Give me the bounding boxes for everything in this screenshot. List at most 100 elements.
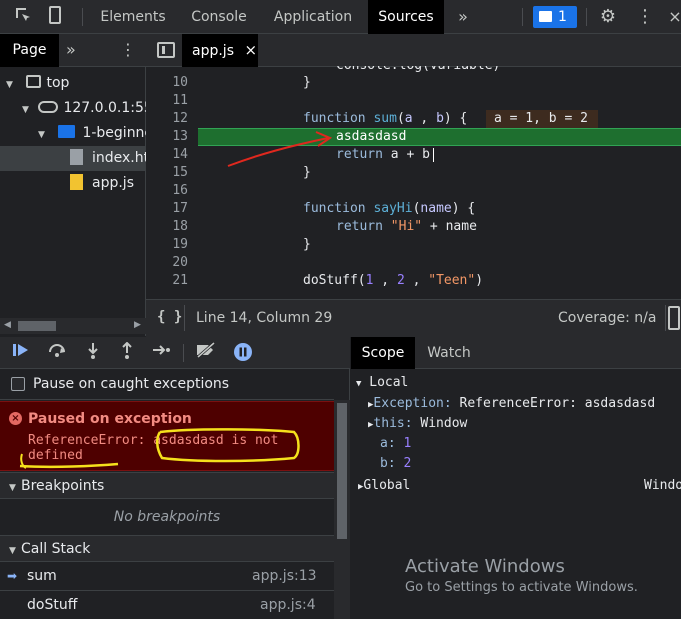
expand-triangle-icon: ▼: [9, 546, 16, 556]
callstack-frame-dostuff[interactable]: doStuff app.js:4: [0, 590, 334, 618]
pause-caught-checkbox[interactable]: [11, 377, 25, 391]
frame-location[interactable]: app.js:13: [252, 562, 317, 590]
toggle-navigator-icon[interactable]: [157, 42, 175, 58]
pause-on-caught-row: Pause on caught exceptions: [0, 369, 334, 400]
line-number[interactable]: 16: [146, 182, 196, 200]
step-icon[interactable]: [150, 342, 172, 364]
editor-file-tab[interactable]: app.js ×: [182, 34, 258, 67]
line-number[interactable]: 12: [146, 110, 196, 128]
tab-application[interactable]: Application: [266, 0, 360, 34]
line-number[interactable]: 21: [146, 272, 196, 290]
tree-item-label: 127.0.0.1:550: [63, 100, 146, 116]
tree-item-folder[interactable]: ▼ 1-beginne: [0, 121, 146, 146]
tree-item-label: index.ht: [92, 150, 146, 166]
line-number[interactable]: 19: [146, 236, 196, 254]
scope-local[interactable]: ▼ Local: [356, 373, 408, 393]
annotation-highlight-icon: [19, 428, 300, 469]
scroll-left-icon[interactable]: ◀: [4, 320, 11, 330]
frame-name: doStuff: [27, 597, 78, 613]
exception-title: Paused on exception: [28, 411, 192, 427]
current-frame-arrow-icon: ➡: [7, 569, 18, 583]
callstack-frame-sum[interactable]: ➡ sum app.js:13: [0, 562, 334, 590]
tab-console[interactable]: Console: [180, 0, 258, 34]
code-line-return: return a + b: [336, 147, 430, 162]
toolbar-separator: [82, 8, 83, 26]
scope-local-label: Local: [369, 375, 409, 390]
tab-page[interactable]: Page: [0, 34, 59, 67]
scope-key: a:: [380, 436, 396, 451]
scope-global-value: Windo: [644, 478, 681, 493]
issues-count: 1: [558, 9, 567, 25]
device-toolbar-icon[interactable]: [44, 6, 66, 28]
step-into-icon[interactable]: [82, 342, 104, 364]
scope-var-a[interactable]: a: 1: [380, 434, 411, 454]
annotation-arrow-icon: [227, 131, 333, 167]
breakpoints-section-header[interactable]: ▼ Breakpoints: [0, 472, 334, 499]
tree-item-label: 1-beginne: [82, 125, 146, 141]
watermark-title: Activate Windows: [405, 556, 565, 577]
inspect-element-icon[interactable]: [12, 6, 34, 28]
line-number[interactable]: 14: [146, 146, 196, 164]
file-icon: [70, 149, 83, 165]
tab-sources[interactable]: Sources: [368, 0, 444, 34]
watermark-subtitle: Go to Settings to activate Windows.: [405, 580, 638, 595]
scope-var-b[interactable]: b: 2: [380, 454, 411, 474]
no-breakpoints-text: No breakpoints: [113, 509, 221, 525]
navigator-more-button[interactable]: »: [66, 40, 76, 59]
navigator-menu-button[interactable]: ⋮: [120, 40, 136, 59]
deactivate-breakpoints-icon[interactable]: [195, 341, 217, 364]
code-editor[interactable]: [146, 67, 681, 299]
scope-value: Window: [420, 416, 468, 431]
tree-item-index-html[interactable]: index.ht: [0, 146, 146, 171]
pretty-print-button[interactable]: { }: [157, 309, 182, 325]
line-number[interactable]: 10: [146, 74, 196, 92]
resume-icon[interactable]: [11, 342, 33, 364]
cloud-icon: [38, 101, 59, 113]
close-devtools-icon[interactable]: ×: [664, 6, 681, 28]
toggle-debugger-icon[interactable]: [668, 306, 680, 330]
scroll-right-icon[interactable]: ▶: [134, 320, 141, 330]
tab-watch[interactable]: Watch: [415, 337, 483, 369]
scope-key: b:: [380, 456, 396, 471]
line-number[interactable]: 20: [146, 254, 196, 272]
scrollbar-thumb[interactable]: [337, 403, 347, 539]
line-number[interactable]: 11: [146, 92, 196, 110]
scope-this[interactable]: ▶this: Window: [368, 414, 467, 434]
file-tab-label: app.js: [192, 43, 234, 59]
frame-name: sum: [27, 568, 57, 584]
tab-scope[interactable]: Scope: [351, 337, 415, 369]
toolbar-separator: [183, 344, 184, 362]
more-tabs-button[interactable]: »: [450, 0, 476, 34]
line-number[interactable]: 17: [146, 200, 196, 218]
coverage-status: Coverage: n/a: [558, 310, 657, 326]
frame-location[interactable]: app.js:4: [260, 591, 316, 619]
expand-triangle-icon: ▼: [356, 379, 362, 389]
tree-item-app-js[interactable]: app.js: [0, 171, 146, 196]
code-line-error: asdasdasd: [336, 129, 407, 144]
expand-triangle-icon: ▼: [9, 483, 16, 493]
more-options-icon[interactable]: ⋮: [634, 6, 656, 28]
tab-elements[interactable]: Elements: [92, 0, 174, 34]
status-separator: [665, 305, 666, 331]
step-out-icon[interactable]: [116, 341, 138, 364]
tree-item-label: app.js: [92, 175, 134, 191]
close-tab-icon[interactable]: ×: [244, 41, 257, 59]
gear-icon[interactable]: ⚙: [597, 6, 619, 28]
scope-value: ReferenceError: asdasdasd: [459, 396, 656, 411]
tree-item-top[interactable]: ▼ top: [0, 71, 146, 96]
scope-global[interactable]: ▶Global: [358, 476, 410, 496]
scrollbar-thumb[interactable]: [18, 321, 56, 331]
frame-icon: [26, 75, 42, 88]
step-over-icon[interactable]: [46, 342, 68, 364]
code-line: }: [303, 237, 311, 252]
tree-item-origin[interactable]: ▼ 127.0.0.1:550: [0, 96, 146, 121]
issues-button[interactable]: 1: [533, 6, 577, 28]
callstack-section-header[interactable]: ▼ Call Stack: [0, 535, 334, 562]
scope-key: this:: [373, 416, 413, 431]
line-number[interactable]: 13: [146, 128, 196, 146]
pause-caught-label: Pause on caught exceptions: [33, 376, 230, 392]
pause-on-exceptions-icon[interactable]: [232, 342, 254, 364]
line-number[interactable]: 15: [146, 164, 196, 182]
line-number[interactable]: 18: [146, 218, 196, 236]
scope-exception[interactable]: ▶Exception: ReferenceError: asdasdasd: [368, 394, 655, 414]
